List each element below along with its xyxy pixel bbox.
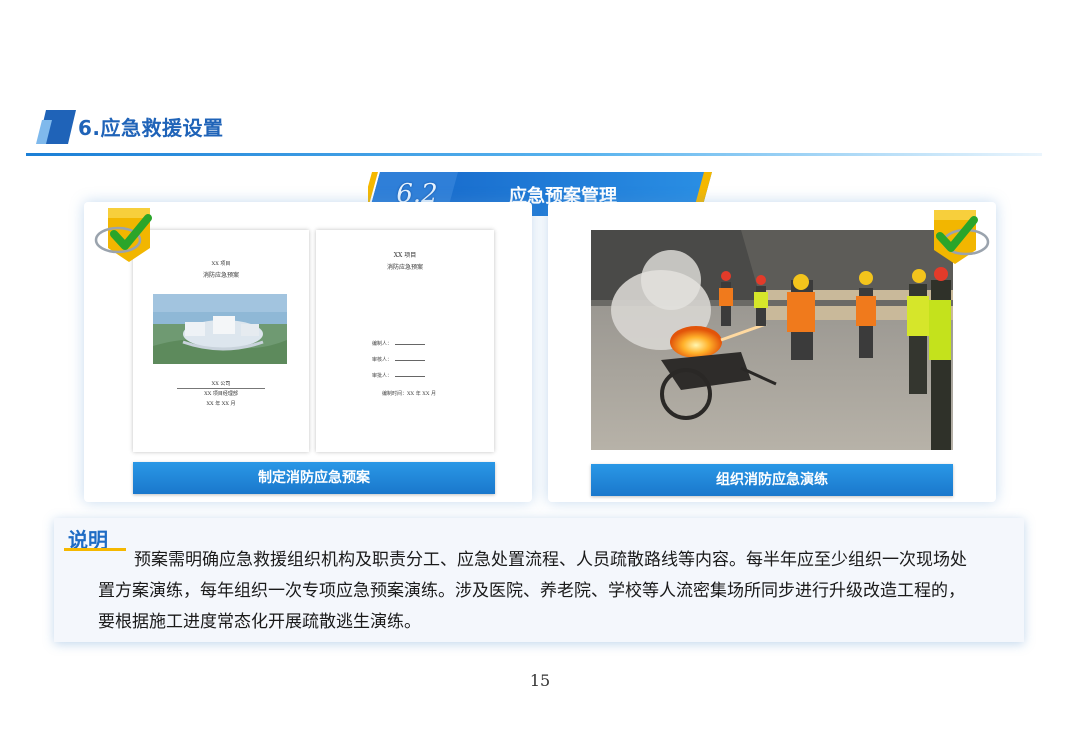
cover-project: XX 项目 bbox=[211, 261, 231, 267]
cover-rule bbox=[177, 388, 265, 389]
form-date-line: 编制时间：XX 年 XX 月 bbox=[382, 391, 437, 397]
form-field: 审批人： bbox=[372, 372, 426, 379]
cover-dept: XX 项目经理部 bbox=[204, 391, 238, 397]
left-panel-caption: 制定消防应急预案 bbox=[133, 462, 495, 494]
plan-cover-page: XX 项目 消防应急预案 XX 公司 XX 项目经理部 XX 年 XX 月 bbox=[133, 230, 309, 452]
cover-title: 消防应急预案 bbox=[202, 272, 239, 279]
form-title: 消防应急预案 bbox=[386, 264, 423, 271]
plan-form-page: XX 项目 消防应急预案 编制人： 审核人： 审批人： 编制时间：XX 年 XX… bbox=[316, 230, 494, 452]
cover-company: XX 公司 bbox=[211, 381, 231, 387]
section-divider bbox=[26, 153, 1042, 156]
check-badge-icon bbox=[94, 208, 152, 262]
fire-drill-photo bbox=[591, 230, 953, 450]
section-title: 6.应急救援设置 bbox=[78, 116, 224, 140]
project-aerial-image bbox=[153, 294, 287, 364]
section-marker-icon bbox=[36, 110, 76, 144]
right-panel-caption: 组织消防应急演练 bbox=[591, 464, 953, 496]
note-text: 预案需明确应急救援组织机构及职责分工、应急处置流程、人员疏散路线等内容。每半年应… bbox=[98, 550, 967, 632]
form-field: 审核人： bbox=[372, 356, 426, 363]
form-project: XX 项目 bbox=[393, 252, 417, 259]
check-badge-icon bbox=[934, 210, 990, 264]
page-number: 15 bbox=[529, 671, 551, 690]
cover-date: XX 年 XX 月 bbox=[206, 401, 236, 407]
form-field: 编制人： bbox=[372, 340, 426, 347]
